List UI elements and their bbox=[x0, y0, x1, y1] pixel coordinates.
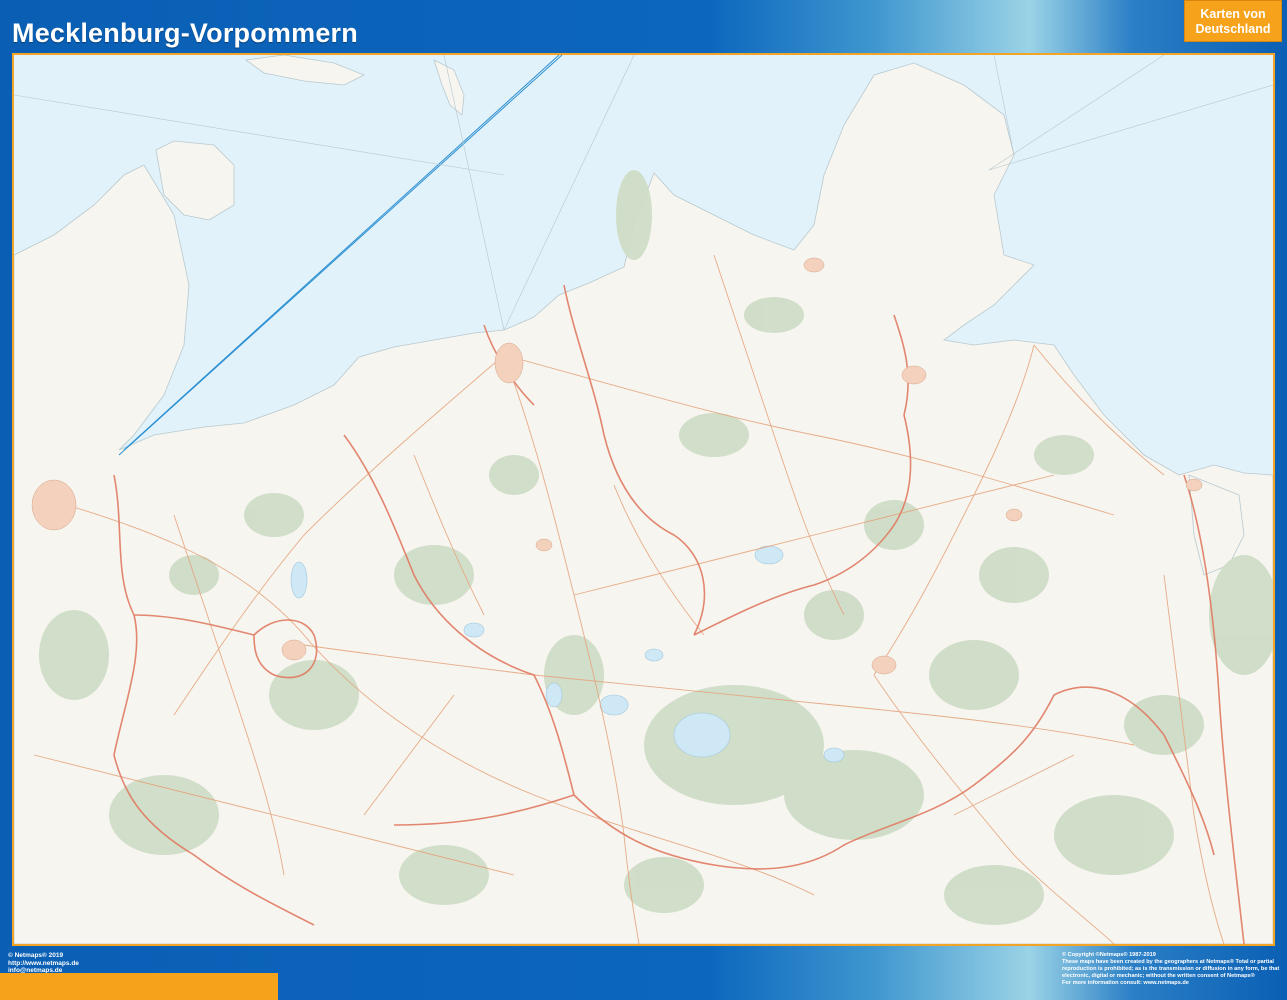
badge-line-1: Karten von bbox=[1200, 7, 1266, 21]
map-svg bbox=[14, 55, 1273, 944]
copyright-line-1: © Copyright ©Netmaps® 1987-2019 bbox=[1062, 952, 1156, 958]
footer-right-copyright: © Copyright ©Netmaps® 1987-2019 These ma… bbox=[1062, 952, 1282, 987]
footer-left-line-1: © Netmaps® 2019 bbox=[8, 952, 64, 959]
copyright-line-4: electronic, digital or mechanic; without… bbox=[1062, 973, 1255, 979]
footer-orange-bar bbox=[0, 973, 278, 1000]
map-canvas[interactable] bbox=[12, 53, 1275, 946]
footer-left: © Netmaps® 2019 http://www.netmaps.de in… bbox=[8, 952, 79, 975]
copyright-line-3: reproduction is prohibited; as is the tr… bbox=[1062, 966, 1280, 972]
badge-line-2: Deutschland bbox=[1195, 22, 1271, 36]
copyright-line-2: These maps have been created by the geog… bbox=[1062, 959, 1274, 965]
copyright-line-5: For more information consult: www.netmap… bbox=[1062, 980, 1189, 986]
footer-left-line-2[interactable]: http://www.netmaps.de bbox=[8, 960, 79, 968]
map-title: Mecklenburg-Vorpommern bbox=[12, 18, 358, 48]
karten-badge[interactable]: Karten von Deutschland bbox=[1184, 0, 1282, 42]
